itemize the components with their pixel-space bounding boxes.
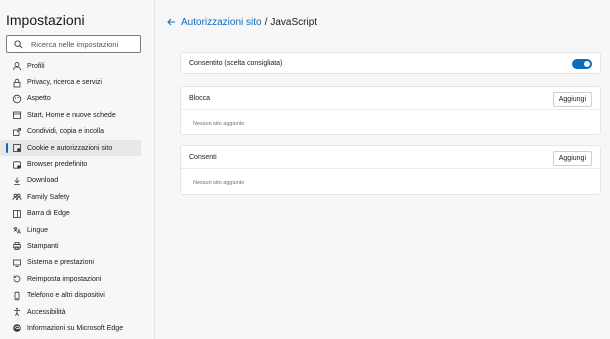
sidebar-item-phone[interactable]: Telefono e altri dispositivi [0,287,141,303]
sidebar-item-label: Profili [27,62,45,70]
search-input[interactable] [31,39,131,49]
sidebar-item-download[interactable]: Download [0,173,141,189]
sidebar-item-accessibility[interactable]: Accessibilità [0,304,141,320]
lock-icon [12,78,22,88]
sidebar-item-label: Family Safety [27,193,70,201]
breadcrumb-link-site-permissions[interactable]: Autorizzazioni sito [181,17,262,28]
sidebar-item-profile[interactable]: Profili [0,58,141,74]
sidebar-item-label: Stampanti [27,242,59,250]
sidebar-item-system[interactable]: Sistema e prestazioni [0,255,141,271]
edge-icon [12,323,22,333]
block-divider [181,109,600,110]
main-content: Autorizzazioni sito / JavaScript Consent… [155,0,610,339]
sidebar-item-lock[interactable]: Privacy, ricerca e servizi [0,74,141,90]
language-icon [12,225,22,235]
profile-icon [12,61,22,71]
toggle-knob [584,61,590,67]
cookie-icon [12,143,22,153]
sidebar-item-label: Start, Home e nuove schede [27,111,116,119]
sidebar-item-home[interactable]: Start, Home e nuove schede [0,107,141,123]
allowed-setting-card: Consentito (scelta consigliata) [180,52,601,74]
allow-add-button[interactable]: Aggiungi [552,151,592,166]
printer-icon [12,241,22,251]
sidebar-nav: Profili Privacy, ricerca e servizi Aspetto… [0,58,155,337]
sidebar-item-label: Download [27,177,59,185]
allowed-toggle[interactable] [572,59,592,69]
sidebar-item-label: Reimposta impostazioni [27,275,102,283]
sidebar-item-label: Condividi, copia e incolla [27,128,105,136]
download-icon [12,176,22,186]
sidebar-item-label: Sistema e prestazioni [27,259,94,267]
sidebar-item-label: Barra di Edge [27,210,70,218]
sidebar-item-family[interactable]: Family Safety [0,189,141,205]
reset-icon [12,274,22,284]
block-empty-text: Nessun sito aggiunto [193,121,245,127]
sidebar-item-browser[interactable]: Browser predefinito [0,156,141,172]
page-title: JavaScript [270,16,318,28]
allowed-label: Consentito (scelta consigliata) [189,60,283,67]
sidebar-item-label: Browser predefinito [27,161,88,169]
block-add-button[interactable]: Aggiungi [552,92,592,107]
home-icon [12,110,22,120]
appearance-icon [12,94,22,104]
accessibility-icon [12,307,22,317]
edge-bar-icon [12,209,22,219]
block-card: Blocca Aggiungi Nessun sito aggiunto [180,86,601,135]
back-arrow-icon[interactable] [165,16,177,28]
breadcrumb: Autorizzazioni sito / JavaScript [165,16,317,28]
search-icon [11,37,25,51]
sidebar-item-label: Telefono e altri dispositivi [27,292,105,300]
search-box[interactable] [6,35,141,53]
allow-divider [181,168,600,169]
sidebar-item-label: Privacy, ricerca e servizi [27,79,102,87]
allow-empty-text: Nessun sito aggiunto [193,180,245,186]
sidebar-item-label: Cookie e autorizzazioni sito [27,144,113,152]
sidebar-item-label: Lingue [27,226,49,234]
sidebar-item-appearance[interactable]: Aspetto [0,91,141,107]
family-icon [12,192,22,202]
allow-title: Consenti [189,154,217,161]
sidebar-title: Impostazioni [6,12,85,28]
allow-card: Consenti Aggiungi Nessun sito aggiunto [180,145,601,195]
share-icon [12,127,22,137]
sidebar-item-label: Accessibilità [27,308,66,316]
breadcrumb-separator: / [264,16,268,28]
browser-icon [12,160,22,170]
sidebar-item-share[interactable]: Condividi, copia e incolla [0,124,141,140]
sidebar-item-edge[interactable]: Informazioni su Microsoft Edge [0,320,141,336]
sidebar-item-language[interactable]: Lingue [0,222,141,238]
phone-icon [12,291,22,301]
sidebar-item-reset[interactable]: Reimposta impostazioni [0,271,141,287]
sidebar-item-label: Informazioni su Microsoft Edge [27,324,124,332]
sidebar-item-edge-bar[interactable]: Barra di Edge [0,206,141,222]
sidebar-item-cookie[interactable]: Cookie e autorizzazioni sito [0,139,141,157]
sidebar-item-label: Aspetto [27,95,51,103]
block-title: Blocca [189,95,211,102]
settings-sidebar: Impostazioni Profili Privacy, ricerca e s… [0,0,155,339]
system-icon [12,258,22,268]
sidebar-item-printer[interactable]: Stampanti [0,238,141,254]
